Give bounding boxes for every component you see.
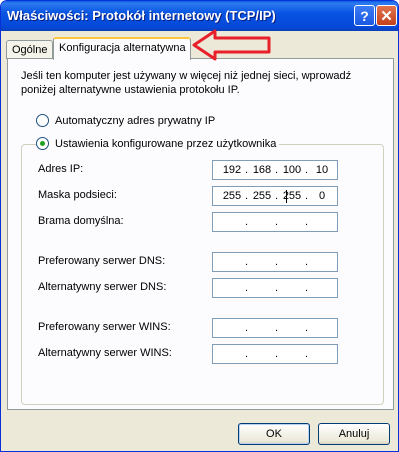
default-gateway-label: Brama domyślna:: [38, 215, 124, 227]
tab-panel: Jeśli ten komputer jest używany w więcej…: [7, 58, 394, 410]
ip-dot: .: [275, 348, 279, 360]
subnet-mask-field[interactable]: 255 . 255 . 255 . 0: [212, 186, 338, 206]
cancel-button[interactable]: Anuluj: [318, 423, 390, 445]
ip-dot: .: [245, 256, 249, 268]
ip-dot: .: [245, 216, 249, 228]
preferred-wins-label: Preferowany serwer WINS:: [38, 321, 171, 333]
ip-dot: .: [275, 322, 279, 334]
ok-button-label: OK: [266, 428, 282, 440]
ip-dot: .: [305, 282, 309, 294]
preferred-dns-field[interactable]: . . .: [212, 252, 338, 272]
ip-dot: .: [305, 216, 309, 228]
ip-dot: .: [305, 164, 309, 176]
default-gateway-field[interactable]: . . .: [212, 212, 338, 232]
tab-alternate-configuration[interactable]: Konfiguracja alternatywna: [53, 37, 191, 60]
ip-dot: .: [305, 190, 309, 202]
radio-automatic-private-ip[interactable]: Automatyczny adres prywatny IP: [36, 114, 215, 127]
ip-address-label: Adres IP:: [38, 163, 84, 175]
ip-dot: .: [245, 348, 249, 360]
help-button[interactable]: ?: [354, 5, 375, 26]
ip-dot: .: [305, 256, 309, 268]
alternate-wins-label: Alternatywny serwer WINS:: [38, 347, 172, 359]
ip-address-field[interactable]: 192 . 168 . 100 . 10: [212, 160, 338, 180]
window-title: Właściwości: Protokół internetowy (TCP/I…: [7, 8, 276, 23]
radio-button-automatic[interactable]: [36, 114, 49, 127]
ip-dot: .: [305, 322, 309, 334]
radio-user-configured[interactable]: Ustawienia konfigurowane przez użytkowni…: [36, 137, 280, 150]
preferred-wins-field[interactable]: . . .: [212, 318, 338, 338]
mask-octet-4: 0: [318, 190, 326, 202]
radio-button-user[interactable]: [36, 137, 49, 150]
subnet-mask-label: Maska podsieci:: [38, 189, 117, 201]
alternate-dns-label: Alternatywny serwer DNS:: [38, 281, 167, 293]
user-config-group: [21, 144, 384, 405]
mask-octet-1: 255: [222, 190, 242, 202]
ip-dot: .: [275, 190, 279, 202]
help-icon: ?: [360, 7, 369, 24]
ip-dot: .: [245, 282, 249, 294]
ip-octet-2: 168: [252, 164, 272, 176]
cancel-button-label: Anuluj: [338, 428, 370, 440]
ip-dot: .: [245, 190, 249, 202]
ip-octet-3: 100: [282, 164, 302, 176]
ok-button[interactable]: OK: [238, 423, 310, 445]
preferred-dns-label: Preferowany serwer DNS:: [38, 255, 166, 267]
dialog-window: Właściwości: Protokół internetowy (TCP/I…: [0, 0, 399, 452]
radio-user-label: Ustawienia konfigurowane przez użytkowni…: [55, 137, 277, 150]
ip-dot: .: [245, 164, 249, 176]
description-text: Jeśli ten komputer jest używany w więcej…: [21, 70, 352, 96]
ip-dot: .: [275, 164, 279, 176]
alternate-dns-field[interactable]: . . .: [212, 278, 338, 298]
ip-dot: .: [275, 256, 279, 268]
close-button[interactable]: ✕: [376, 5, 397, 26]
tab-general[interactable]: Ogólne: [6, 40, 53, 59]
ip-dot: .: [245, 322, 249, 334]
mask-octet-3: 255: [282, 190, 302, 202]
annotation-arrow-icon: [192, 29, 271, 61]
ip-dot: .: [305, 348, 309, 360]
tab-general-label: Ogólne: [12, 44, 48, 56]
close-icon: ✕: [380, 7, 393, 25]
tab-alternate-configuration-label: Konfiguracja alternatywna: [59, 42, 186, 54]
alternate-wins-field[interactable]: . . .: [212, 344, 338, 364]
ip-dot: .: [275, 282, 279, 294]
ip-dot: .: [275, 216, 279, 228]
ip-octet-4: 10: [315, 164, 329, 176]
radio-automatic-label: Automatyczny adres prywatny IP: [55, 114, 216, 127]
ip-octet-1: 192: [222, 164, 242, 176]
title-bar[interactable]: Właściwości: Protokół internetowy (TCP/I…: [1, 1, 398, 31]
mask-octet-2: 255: [252, 190, 272, 202]
